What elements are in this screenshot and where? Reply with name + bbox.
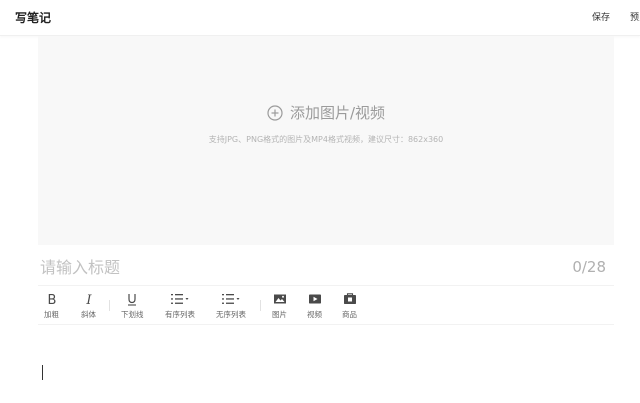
italic-icon: I [83, 291, 95, 307]
underline-icon [126, 291, 138, 307]
bold-label: 加粗 [44, 310, 59, 319]
product-label: 商品 [342, 310, 357, 319]
plus-circle-icon [267, 104, 283, 121]
title-input[interactable] [40, 254, 540, 280]
underline-label: 下划线 [121, 310, 144, 319]
image-icon [273, 291, 287, 307]
text-caret [42, 365, 43, 380]
unordered-list-label: 无序列表 [216, 310, 246, 319]
content-editor[interactable] [38, 326, 614, 403]
svg-text:I: I [85, 293, 92, 306]
upload-label: 添加图片/视频 [289, 104, 386, 122]
insert-product-button[interactable]: 商品 [342, 291, 357, 320]
italic-label: 斜体 [81, 310, 96, 319]
page-title: 写笔记 [15, 11, 52, 25]
title-char-counter: 0/28 [572, 258, 606, 276]
bold-button[interactable]: B 加粗 [44, 291, 59, 320]
unordered-list-button[interactable]: 无序列表 [216, 291, 246, 320]
upload-prompt: 添加图片/视频 [38, 102, 614, 123]
underline-button[interactable]: 下划线 [121, 291, 144, 320]
title-row: 0/28 [38, 250, 614, 286]
unordered-list-icon [221, 291, 241, 307]
ordered-list-icon [170, 291, 190, 307]
preview-button[interactable]: 预览 [630, 10, 640, 23]
product-icon [343, 291, 357, 307]
insert-video-button[interactable]: 视频 [307, 291, 322, 320]
video-icon [308, 291, 322, 307]
format-toolbar: B 加粗 I 斜体 下划线 有序列表 无序列表 图片 视频 商品 [38, 287, 614, 325]
media-upload-area[interactable]: 添加图片/视频 支持JPG、PNG格式的图片及MP4格式视频，建议尺寸：862x… [38, 36, 614, 245]
ordered-list-label: 有序列表 [165, 310, 195, 319]
save-button[interactable]: 保存 [592, 10, 610, 23]
top-bar: 写笔记 保存 预览 [0, 0, 640, 36]
svg-text:B: B [47, 293, 56, 306]
italic-button[interactable]: I 斜体 [81, 291, 96, 320]
ordered-list-button[interactable]: 有序列表 [165, 291, 195, 320]
video-label: 视频 [307, 310, 322, 319]
toolbar-divider [260, 300, 261, 311]
upload-hint: 支持JPG、PNG格式的图片及MP4格式视频，建议尺寸：862x360 [208, 135, 444, 144]
toolbar-divider [109, 300, 110, 311]
insert-image-button[interactable]: 图片 [272, 291, 287, 320]
image-label: 图片 [272, 310, 287, 319]
bold-icon: B [46, 291, 58, 307]
